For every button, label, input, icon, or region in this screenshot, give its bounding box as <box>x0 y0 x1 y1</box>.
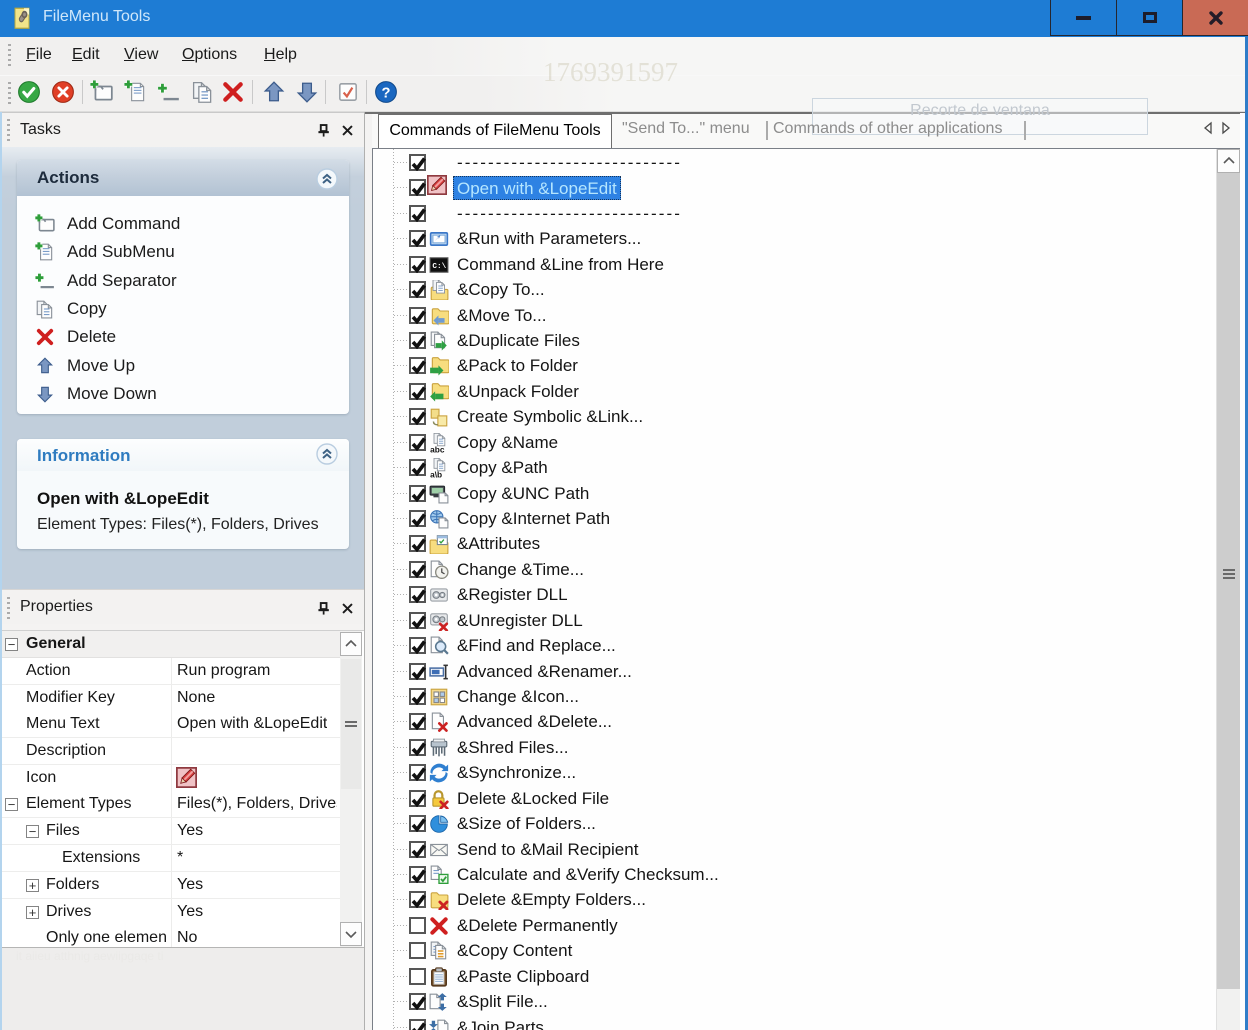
svg-text:abc: abc <box>430 444 445 453</box>
svg-text:?: ? <box>382 85 391 101</box>
svg-text:a\b: a\b <box>430 469 442 478</box>
svg-text:C:\: C:\ <box>432 263 446 271</box>
